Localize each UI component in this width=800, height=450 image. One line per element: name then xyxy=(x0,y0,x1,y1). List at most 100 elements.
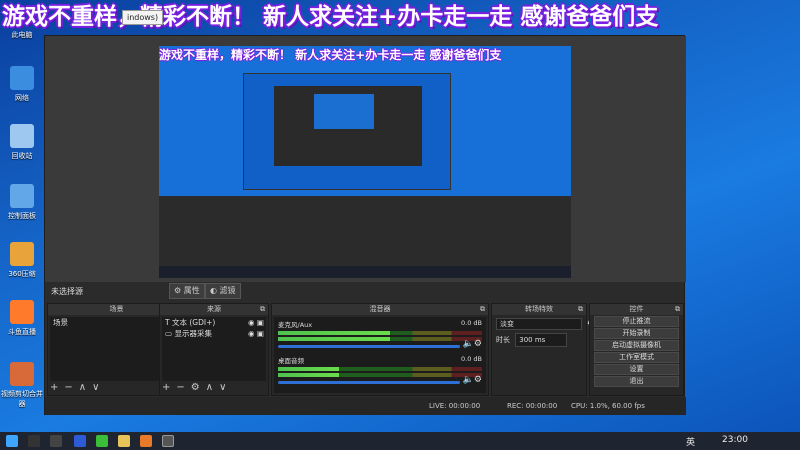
properties-label: 属性 xyxy=(183,286,200,295)
douyu-icon xyxy=(10,300,34,324)
preview-area[interactable]: 游戏不重样，精彩不断！ 新人求关注+办卡走一走 感谢爸爸们支 xyxy=(45,36,686,282)
settings-button[interactable]: 设置 xyxy=(594,364,679,375)
douyu-taskbar-icon[interactable] xyxy=(140,435,152,447)
windows-start-icon[interactable] xyxy=(6,435,18,447)
preview-nested-capture xyxy=(243,73,451,190)
speaker-gear-icon[interactable]: 🔈⚙ xyxy=(463,375,482,385)
desktop-icon-label: 控制面板 xyxy=(8,212,36,220)
eye-lock-icon[interactable]: ◉ ▣ xyxy=(248,317,264,328)
desktop-icon-douyu[interactable]: 斗鱼直播 xyxy=(0,300,44,337)
audio-meter xyxy=(278,373,482,377)
obs-window: 游戏不重样，精彩不断！ 新人求关注+办卡走一走 感谢爸爸们支 未选择源 ⚙ 属性… xyxy=(44,35,686,415)
gear-icon[interactable]: ⚙ xyxy=(191,382,200,393)
transition-selected: 淡变 xyxy=(500,320,514,328)
input-language[interactable]: 英 xyxy=(686,435,695,448)
preview-nested-obs xyxy=(159,196,571,266)
live-status: LIVE: 00:00:00 xyxy=(429,402,481,410)
cpu-status: CPU: 1.0%, 60.00 fps xyxy=(571,402,645,410)
browser-icon[interactable] xyxy=(96,435,108,447)
preview-taskbar xyxy=(159,266,571,278)
volume-slider[interactable] xyxy=(278,381,460,384)
desktop-icon-control-panel[interactable]: 控制面板 xyxy=(0,184,44,221)
taskbar: 英 23:00 xyxy=(0,432,800,450)
mixer-channel-name: 桌面音频 xyxy=(278,357,304,365)
controls-dock: 控件 ⧉ 停止推流 开始录制 启动虚拟摄像机 工作室模式 设置 退出 xyxy=(589,303,684,396)
archive-icon xyxy=(10,242,34,266)
stream-banner: 游戏不重样，精彩不断！ 新人求关注+办卡走一走 感谢爸爸们支 xyxy=(2,3,659,30)
exit-button[interactable]: 退出 xyxy=(594,376,679,387)
mixer-dock: 混音器 ⧉ 麦克风/Aux 0.0 dB 🔈⚙ 桌面音频 0.0 dB 🔈⚙ xyxy=(271,303,489,396)
desktop-icon-network[interactable]: 网络 xyxy=(0,66,44,103)
sources-dock: 来源 ⧉ T 文本 (GDI+) ◉ ▣ ▭ 显示器采集 ◉ ▣ + − ⚙ ∧ ∨ xyxy=(159,303,269,396)
obs-taskbar-icon[interactable] xyxy=(162,435,174,447)
desktop-icon-video-tool[interactable]: 视频剪切合并器 xyxy=(0,362,44,409)
network-icon xyxy=(10,66,34,90)
remove-icon[interactable]: − xyxy=(176,382,184,393)
scenes-footer: + − ∧ ∨ xyxy=(50,382,105,394)
scenes-title: 场景 xyxy=(109,305,124,313)
audio-meter xyxy=(278,367,482,371)
audio-meter xyxy=(278,337,482,341)
mixer-channel-name: 麦克风/Aux xyxy=(278,321,313,329)
desktop-icon-label: 网络 xyxy=(15,94,29,102)
meter-level xyxy=(278,367,340,371)
remove-icon[interactable]: − xyxy=(64,382,72,393)
sources-footer: + − ⚙ ∧ ∨ xyxy=(162,382,232,394)
move-up-icon[interactable]: ∧ xyxy=(79,382,86,393)
add-icon[interactable]: + xyxy=(162,382,170,393)
eye-lock-icon[interactable]: ◉ ▣ xyxy=(248,328,264,339)
preview-banner: 游戏不重样，精彩不断！ 新人求关注+办卡走一走 感谢爸爸们支 xyxy=(159,48,502,62)
volume-slider[interactable] xyxy=(278,345,460,348)
mixer-channel: 麦克风/Aux 0.0 dB 🔈⚙ xyxy=(274,317,486,353)
meter-level xyxy=(278,337,391,341)
desktop-icon-label: 回收站 xyxy=(11,152,33,160)
move-up-icon[interactable]: ∧ xyxy=(206,382,213,393)
duration-label: 时长 xyxy=(496,336,510,344)
speaker-gear-icon[interactable]: 🔈⚙ xyxy=(463,339,482,349)
undock-icon[interactable]: ⧉ xyxy=(675,304,680,315)
desktop-icon-archive[interactable]: 360压缩 xyxy=(0,242,44,279)
desktop-icon-computer[interactable]: 此电脑 xyxy=(0,30,44,40)
stop-streaming-button[interactable]: 停止推流 xyxy=(594,316,679,327)
search-icon[interactable] xyxy=(28,435,40,447)
desktop-icon-label: 视频剪切合并器 xyxy=(1,390,43,408)
sources-title: 来源 xyxy=(207,305,221,313)
desktop-icon-label: 此电脑 xyxy=(11,31,33,39)
add-icon[interactable]: + xyxy=(50,382,58,393)
duration-input[interactable]: 300 ms xyxy=(515,333,568,347)
filters-label: 滤镜 xyxy=(219,286,236,295)
filters-button[interactable]: ◐ 滤镜 xyxy=(205,283,241,299)
recycle-bin-icon xyxy=(10,124,34,148)
audio-meter xyxy=(278,331,482,335)
studio-mode-button[interactable]: 工作室模式 xyxy=(594,352,679,363)
preview-canvas: 游戏不重样，精彩不断！ 新人求关注+办卡走一走 感谢爸爸们支 xyxy=(159,46,571,278)
folder-icon[interactable] xyxy=(118,435,130,447)
transitions-title: 转场特效 xyxy=(525,305,553,313)
source-item[interactable]: T 文本 (GDI+) ◉ ▣ xyxy=(162,317,266,328)
controls-title: 控件 xyxy=(629,305,644,313)
no-source-label: 未选择源 xyxy=(51,287,83,296)
transitions-dock: 转场特效 ⧉ 淡变 ⚙ 时长 300 ms xyxy=(491,303,595,396)
desktop-icon-recycle-bin[interactable]: 回收站 xyxy=(0,124,44,161)
undock-icon[interactable]: ⧉ xyxy=(578,304,583,315)
transition-select[interactable]: 淡变 ⚙ xyxy=(496,318,595,330)
clock[interactable]: 23:00 xyxy=(722,435,748,445)
undock-icon[interactable]: ⧉ xyxy=(480,304,485,315)
meter-level xyxy=(278,331,391,335)
task-view-icon[interactable] xyxy=(50,435,62,447)
source-label: 显示器采集 xyxy=(174,329,212,338)
mixer-title: 混音器 xyxy=(369,305,391,313)
desktop-icon-label: 360压缩 xyxy=(8,270,36,278)
edge-icon[interactable] xyxy=(74,435,86,447)
move-down-icon[interactable]: ∨ xyxy=(92,382,99,393)
tooltip: indows) xyxy=(122,10,164,25)
mixer-db: 0.0 dB xyxy=(461,355,482,363)
start-virtual-camera-button[interactable]: 启动虚拟摄像机 xyxy=(594,340,679,351)
start-recording-button[interactable]: 开始录制 xyxy=(594,328,679,339)
source-item[interactable]: ▭ 显示器采集 ◉ ▣ xyxy=(162,328,266,339)
mixer-channel: 桌面音频 0.0 dB 🔈⚙ xyxy=(274,353,486,389)
source-label: 文本 (GDI+) xyxy=(171,318,216,327)
move-down-icon[interactable]: ∨ xyxy=(219,382,226,393)
undock-icon[interactable]: ⧉ xyxy=(260,304,265,315)
properties-button[interactable]: ⚙ 属性 xyxy=(169,283,205,299)
